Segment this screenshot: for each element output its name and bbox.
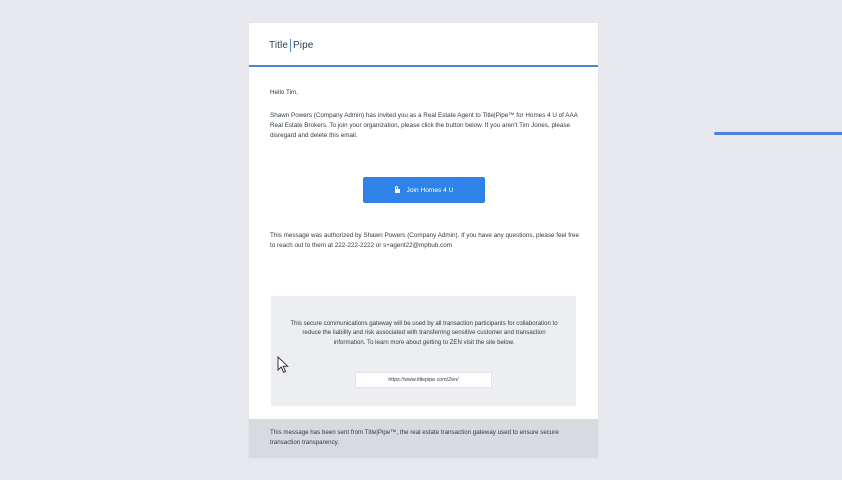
connector-line: [714, 132, 842, 135]
titlepipe-logo: Title Pipe: [269, 39, 313, 52]
email-greeting: Hello Tim,: [270, 89, 298, 96]
zen-site-link[interactable]: https://www.titlepipe.com/Zen/: [355, 372, 492, 388]
logo-divider: [290, 39, 292, 52]
cursor-arrow-icon: [277, 356, 289, 374]
email-preview-card: Title Pipe Hello Tim, Shawn Powers (Comp…: [249, 23, 598, 458]
footer-text: This message has been sent from Title|Pi…: [270, 429, 559, 446]
logo-title-text: Title: [269, 40, 289, 51]
logo-pipe-text: Pipe: [293, 40, 314, 51]
join-button-label: Join Homes 4 U: [406, 186, 454, 194]
email-intro: Shawn Powers (Company Admin) has invited…: [270, 112, 578, 139]
email-header: Title Pipe: [249, 23, 598, 67]
gateway-description: This secure communications gateway will …: [290, 320, 558, 346]
authorization-note: This message was authorized by Shawn Pow…: [270, 232, 580, 249]
email-footer: This message has been sent from Title|Pi…: [249, 419, 598, 458]
gateway-info-box: This secure communications gateway will …: [271, 296, 576, 406]
lock-icon: [394, 186, 400, 193]
join-organization-button[interactable]: Join Homes 4 U: [363, 177, 485, 203]
